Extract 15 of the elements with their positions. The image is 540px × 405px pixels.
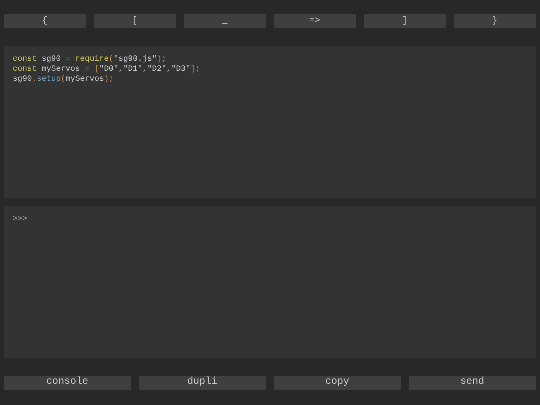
key-button[interactable]: [ [94, 14, 176, 28]
code-line: const sg90 = require("sg90.js"); [13, 55, 168, 65]
action-button[interactable]: send [409, 376, 536, 390]
console-prompt: >>> [13, 215, 28, 225]
key-button[interactable]: } [454, 14, 536, 28]
code-line: const myServos = ["D0","D1","D2","D3"]; [13, 65, 202, 75]
code-editor[interactable]: const sg90 = require("sg90.js"); const myServos = ["D0","D1","D2","D3"]; sg90.setup(myServos); [4, 46, 536, 198]
key-button[interactable]: ] [364, 14, 446, 28]
action-button[interactable]: console [4, 376, 131, 390]
code-line: sg90.setup(myServos); [13, 75, 115, 85]
key-button[interactable]: => [274, 14, 356, 28]
key-button[interactable]: { [4, 14, 86, 28]
action-button[interactable]: copy [274, 376, 401, 390]
action-button[interactable]: dupli [139, 376, 266, 390]
key-button[interactable]: _ [184, 14, 266, 28]
